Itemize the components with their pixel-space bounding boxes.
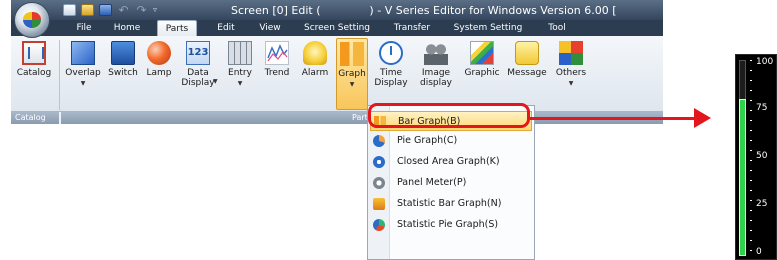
image-display-button[interactable]: Image display	[415, 38, 457, 110]
closed-area-graph-icon	[373, 156, 385, 168]
alarm-icon	[303, 41, 327, 65]
panel-meter-icon	[373, 177, 385, 189]
editor-window: ↶ ↷ ▿ Screen [0] Edit ( ) - V Series Edi…	[11, 0, 663, 124]
image-display-label: Image	[421, 68, 451, 78]
graph-button[interactable]: Graph ▼	[336, 38, 368, 110]
data-display-dropdown-arrow-icon: ▼	[213, 78, 218, 85]
save-icon[interactable]	[99, 4, 112, 16]
menu-item-label: Closed Area Graph(K)	[397, 156, 500, 167]
entry-button[interactable]: Entry ▼	[223, 38, 257, 110]
catalog-button[interactable]: Catalog	[13, 38, 55, 110]
tab-system-setting[interactable]: System Setting	[447, 20, 529, 36]
pie-graph-icon	[373, 135, 385, 147]
customize-dropdown-icon[interactable]: ▿	[153, 4, 161, 16]
graphic-label: Graphic	[464, 68, 500, 78]
image-display-icon	[424, 41, 448, 65]
overlap-label: Overlap	[65, 68, 101, 78]
overlap-button[interactable]: Overlap ▼	[63, 38, 103, 110]
tick-label-50: 50	[756, 151, 768, 161]
time-display-label: Time	[379, 68, 403, 78]
tab-home[interactable]: Home	[109, 20, 145, 36]
alarm-button[interactable]: Alarm	[297, 38, 333, 110]
group-label-catalog: Catalog	[11, 112, 59, 124]
message-label: Message	[507, 68, 547, 78]
graphic-icon	[470, 41, 494, 65]
menu-item-label: Pie Graph(C)	[397, 135, 458, 146]
tick-label-75: 75	[756, 103, 768, 113]
menu-item-pie-graph[interactable]: Pie Graph(C)	[370, 131, 532, 151]
menu-item-closed-area-graph[interactable]: Closed Area Graph(K)	[370, 152, 532, 172]
quick-access-toolbar: ↶ ↷ ▿	[63, 4, 161, 16]
title-bar: ↶ ↷ ▿ Screen [0] Edit ( ) - V Series Edi…	[11, 0, 663, 20]
others-button[interactable]: Others ▼	[551, 38, 591, 110]
tick-label-25: 25	[756, 199, 768, 209]
alarm-label: Alarm	[301, 68, 329, 78]
data-display-icon: 123	[186, 41, 210, 65]
ribbon-group-divider	[59, 40, 60, 110]
new-icon[interactable]	[63, 4, 76, 16]
graph-icon	[340, 42, 364, 66]
window-title: Screen [0] Edit ( ) - V Series Editor fo…	[231, 4, 617, 17]
switch-icon	[111, 41, 135, 65]
bar-graph-scale	[750, 60, 752, 255]
entry-dropdown-arrow-icon: ▼	[237, 80, 243, 87]
data-display-label: Data	[187, 68, 209, 78]
tab-tool[interactable]: Tool	[541, 20, 573, 36]
application-logo[interactable]	[14, 2, 50, 38]
image-display-label-line2: display	[420, 78, 452, 88]
tab-transfer[interactable]: Transfer	[387, 20, 437, 36]
others-dropdown-arrow-icon: ▼	[568, 80, 574, 87]
overlap-icon	[71, 41, 95, 65]
menu-item-statistic-pie-graph[interactable]: Statistic Pie Graph(S)	[370, 215, 532, 235]
time-display-icon	[379, 41, 403, 65]
open-folder-icon[interactable]	[81, 4, 94, 16]
menu-item-label: Panel Meter(P)	[397, 177, 467, 188]
overlap-dropdown-arrow-icon: ▼	[80, 80, 86, 87]
tick-label-100: 100	[756, 57, 774, 67]
others-icon	[559, 41, 583, 65]
tab-parts[interactable]: Parts	[157, 20, 197, 36]
time-display-button[interactable]: Time Display	[371, 38, 411, 110]
lamp-label: Lamp	[146, 68, 172, 78]
trend-label: Trend	[264, 68, 290, 78]
graphic-button[interactable]: Graphic	[461, 38, 503, 110]
lamp-icon	[147, 41, 171, 65]
statistic-pie-graph-icon	[373, 219, 385, 231]
statistic-bar-graph-icon	[373, 198, 385, 210]
time-display-label-line2: Display	[374, 78, 408, 88]
graph-label: Graph	[338, 69, 366, 79]
graph-dropdown-menu: Bar Graph(B) Pie Graph(C) Closed Area Gr…	[367, 105, 535, 260]
entry-label: Entry	[228, 68, 252, 78]
catalog-label: Catalog	[16, 68, 52, 78]
highlight-ring	[368, 103, 530, 128]
tick-label-0: 0	[756, 247, 762, 257]
lamp-button[interactable]: Lamp	[143, 38, 175, 110]
menu-item-label: Statistic Bar Graph(N)	[397, 198, 502, 209]
graph-dropdown-arrow-icon: ▼	[349, 81, 355, 88]
menu-item-panel-meter[interactable]: Panel Meter(P)	[370, 173, 532, 193]
tab-edit[interactable]: Edit	[211, 20, 241, 36]
entry-icon	[228, 41, 252, 65]
others-label: Others	[555, 68, 587, 78]
switch-button[interactable]: Switch	[105, 38, 141, 110]
redo-icon[interactable]: ↷	[135, 4, 148, 16]
ribbon-tab-bar: File Home Parts Edit View Screen Setting…	[11, 20, 663, 36]
trend-icon	[265, 41, 289, 65]
menu-item-label: Statistic Pie Graph(S)	[397, 219, 499, 230]
bar-graph-preview: 100 75 50 25 0	[735, 54, 777, 260]
catalog-icon	[22, 41, 46, 65]
bar-graph-fill	[739, 99, 746, 256]
pointer-arrow-line	[530, 117, 695, 120]
trend-button[interactable]: Trend	[259, 38, 295, 110]
data-display-button[interactable]: 123 Data Display ▼	[177, 38, 219, 110]
undo-icon[interactable]: ↶	[117, 4, 130, 16]
pointer-arrow-head-icon	[694, 108, 711, 128]
switch-label: Switch	[108, 68, 138, 78]
message-icon	[515, 41, 539, 65]
menu-item-statistic-bar-graph[interactable]: Statistic Bar Graph(N)	[370, 194, 532, 214]
message-button[interactable]: Message	[505, 38, 549, 110]
tab-file[interactable]: File	[69, 20, 99, 36]
tab-view[interactable]: View	[254, 20, 286, 36]
tab-screen-setting[interactable]: Screen Setting	[297, 20, 377, 36]
